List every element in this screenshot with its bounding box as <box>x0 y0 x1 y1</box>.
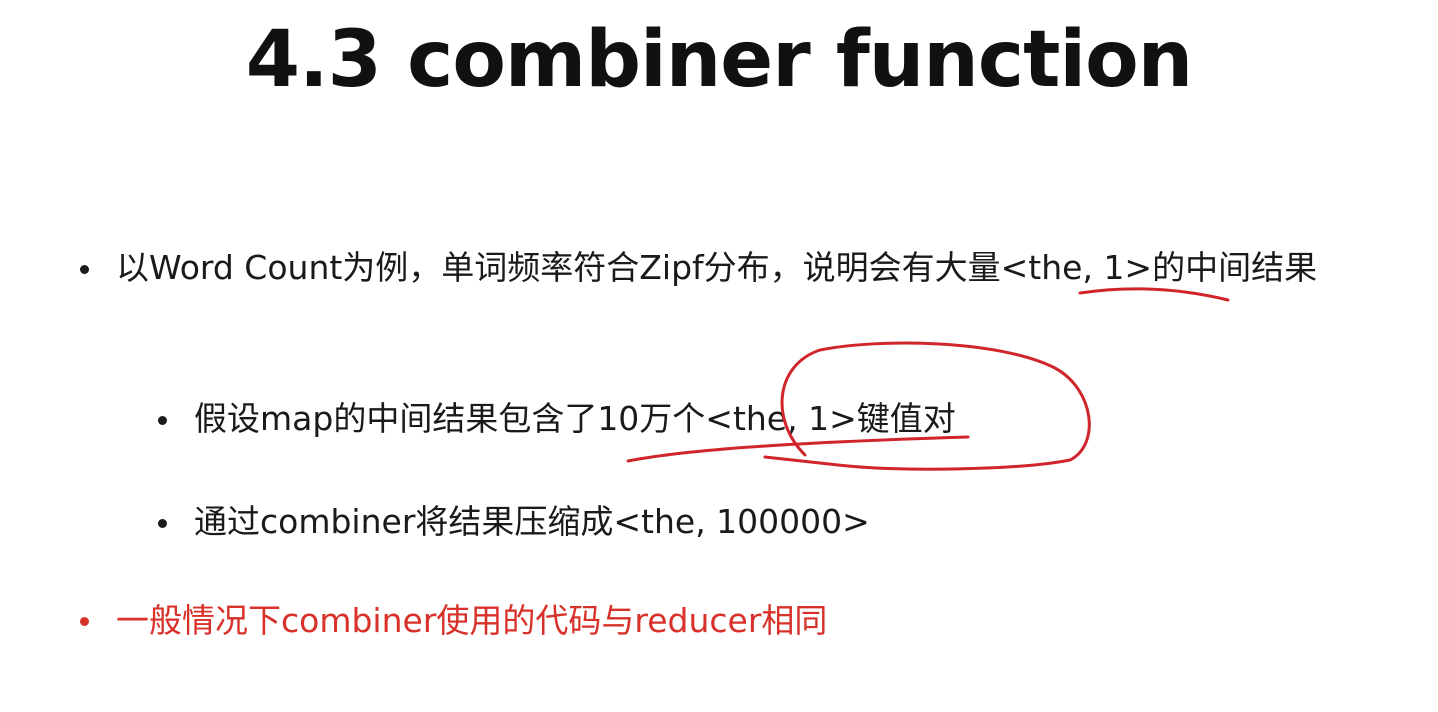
slide: 4.3 combiner function 以Word Count为例，单词频率… <box>0 0 1438 712</box>
bullet-1-text: 以Word Count为例，单词频率符合Zipf分布，说明会有大量<the, 1… <box>116 248 1318 287</box>
bullet-dot-red <box>80 617 89 626</box>
bullet-dot <box>80 265 89 274</box>
bullet-2-text: 假设map的中间结果包含了10万个<the, 1>键值对 <box>194 399 956 438</box>
bullet-dot <box>158 416 167 425</box>
bullet-3-text: 通过combiner将结果压缩成<the, 100000> <box>194 502 870 541</box>
bullet-dot <box>158 519 167 528</box>
bullet-4-text: 一般情况下combiner使用的代码与reducer相同 <box>116 601 828 640</box>
slide-title: 4.3 combiner function <box>245 15 1193 105</box>
